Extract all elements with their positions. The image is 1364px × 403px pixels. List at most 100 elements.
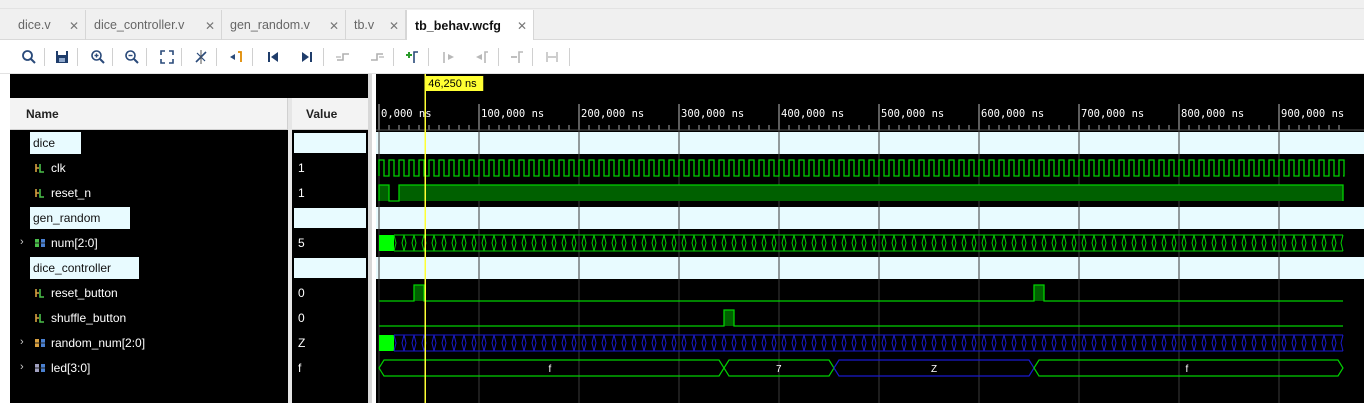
value-header-label: Value	[306, 106, 338, 121]
tab-tb-behav-wcfg[interactable]: tb_behav.wcfg ✕	[406, 10, 534, 41]
bus-signal-icon	[35, 363, 45, 372]
reset-n-high-fill	[379, 185, 389, 201]
previous-transition-icon[interactable]	[332, 46, 354, 68]
value-num: 5	[298, 235, 305, 250]
tick-label: 900,000 ns	[1281, 108, 1344, 120]
signal-list-pane: Name Value dice clk reset_n gen_random ›…	[0, 74, 372, 403]
signal-name: dice	[33, 136, 56, 150]
signal-row-led[interactable]: led[3:0]	[34, 355, 90, 380]
signal-name: reset_n	[51, 185, 92, 200]
search-icon[interactable]	[18, 46, 40, 68]
group-dice[interactable]: dice	[30, 132, 81, 154]
led-segment-label: Z	[931, 364, 937, 375]
shuffle-button-pulse-fill	[724, 310, 734, 326]
tab-dice-v[interactable]: dice.v ✕	[10, 10, 86, 40]
group-value-cell	[294, 133, 366, 153]
toolbar-separator	[216, 48, 217, 66]
signal-row-reset-n[interactable]: reset_n	[34, 180, 91, 205]
swap-cursors-icon[interactable]	[541, 46, 563, 68]
signal-name: dice_controller	[33, 261, 112, 275]
save-icon[interactable]	[51, 46, 73, 68]
group-row-band	[376, 132, 1364, 154]
tab-label: tb.v	[354, 18, 375, 32]
chevron-right-icon[interactable]: ›	[20, 236, 24, 248]
signal-row-num[interactable]: num[2:0]	[34, 230, 98, 255]
zoom-in-icon[interactable]	[87, 46, 109, 68]
signal-row-shuffle-button[interactable]: shuffle_button	[34, 305, 126, 330]
tick-label: 400,000 ns	[781, 108, 844, 120]
close-icon[interactable]: ✕	[389, 19, 399, 33]
led-segment-label: f	[549, 364, 552, 375]
value-shuffle-button: 0	[298, 310, 305, 325]
zoom-fit-icon[interactable]	[156, 46, 178, 68]
add-marker-icon[interactable]	[401, 46, 423, 68]
clk-waveform	[378, 159, 1345, 177]
value-column-header[interactable]: Value	[292, 98, 368, 130]
led-bus-segment	[378, 359, 725, 377]
signal-name: num[2:0]	[51, 235, 98, 250]
shuffle-button-waveform	[379, 309, 1343, 327]
tab-gen-random-v[interactable]: gen_random.v ✕	[222, 10, 346, 40]
name-column-header[interactable]: Name	[10, 98, 288, 130]
tab-label: dice_controller.v	[94, 18, 185, 32]
tab-label: gen_random.v	[230, 18, 310, 32]
signal-row-clk[interactable]: clk	[34, 155, 66, 180]
editor-tab-bar: dice.v ✕ dice_controller.v ✕ gen_random.…	[0, 0, 1364, 41]
go-to-end-icon[interactable]	[296, 46, 318, 68]
next-marker-icon[interactable]	[471, 46, 493, 68]
group-value-cell	[294, 208, 366, 228]
tick-label: 200,000 ns	[581, 108, 644, 120]
signal-row-reset-button[interactable]: reset_button	[34, 280, 118, 305]
cursor-icon[interactable]	[190, 46, 212, 68]
zoom-out-icon[interactable]	[121, 46, 143, 68]
signal-value-column: 1 1 5 0 0 Z f	[292, 130, 368, 403]
tab-label: dice.v	[18, 18, 51, 32]
signal-name: gen_random	[33, 211, 101, 225]
signal-row-random-num[interactable]: random_num[2:0]	[34, 330, 145, 355]
chevron-right-icon[interactable]: ›	[20, 336, 24, 348]
previous-marker-icon[interactable]	[437, 46, 459, 68]
bus-signal-icon	[35, 238, 45, 247]
bus-signal-icon	[35, 338, 45, 347]
wave-pane-splitter[interactable]	[368, 74, 372, 403]
group-row-band	[376, 257, 1364, 279]
bit-signal-icon	[35, 188, 44, 198]
toolbar-separator	[393, 48, 394, 66]
signal-name-column: dice clk reset_n gen_random › num[2:0] d…	[10, 130, 288, 403]
tick-label: 700,000 ns	[1081, 108, 1144, 120]
value-random-num: Z	[298, 335, 306, 350]
value-reset-n: 1	[298, 185, 305, 200]
reset-button-waveform	[379, 284, 1343, 302]
waveform-canvas[interactable]: 0,000 ns 100,000 ns 200,000 ns 300,000 ns 40…	[376, 74, 1364, 403]
go-to-cursor-icon[interactable]	[225, 46, 247, 68]
close-icon[interactable]: ✕	[205, 19, 215, 33]
close-icon[interactable]: ✕	[329, 19, 339, 33]
toolbar-separator	[77, 48, 78, 66]
bit-signal-icon	[35, 288, 44, 298]
value-clk: 1	[298, 160, 305, 175]
tab-label: tb_behav.wcfg	[415, 18, 501, 33]
go-to-start-icon[interactable]	[262, 46, 284, 68]
tick-label: 500,000 ns	[881, 108, 944, 120]
close-icon[interactable]: ✕	[517, 19, 527, 33]
toolbar-separator	[569, 48, 570, 66]
close-icon[interactable]: ✕	[69, 19, 79, 33]
group-gen-random[interactable]: gen_random	[30, 207, 130, 229]
delete-marker-icon[interactable]	[506, 46, 528, 68]
next-transition-icon[interactable]	[366, 46, 388, 68]
tick-label: 0,000 ns	[381, 108, 432, 120]
group-row-band	[376, 207, 1364, 229]
tick-label: 100,000 ns	[481, 108, 544, 120]
waveform-svg[interactable]: 0,000 ns 100,000 ns 200,000 ns 300,000 ns 40…	[376, 74, 1364, 403]
toolbar-separator	[252, 48, 253, 66]
toolbar-separator	[181, 48, 182, 66]
toolbar-separator	[146, 48, 147, 66]
waveform-toolbar	[0, 40, 1364, 74]
tab-tb-v[interactable]: tb.v ✕	[346, 10, 406, 40]
chevron-right-icon[interactable]: ›	[20, 361, 24, 373]
tab-dice-controller-v[interactable]: dice_controller.v ✕	[86, 10, 222, 40]
group-dice-controller[interactable]: dice_controller	[30, 257, 139, 279]
toolbar-separator	[428, 48, 429, 66]
led-segment-label: f	[1186, 364, 1189, 375]
signal-name: shuffle_button	[51, 310, 127, 325]
